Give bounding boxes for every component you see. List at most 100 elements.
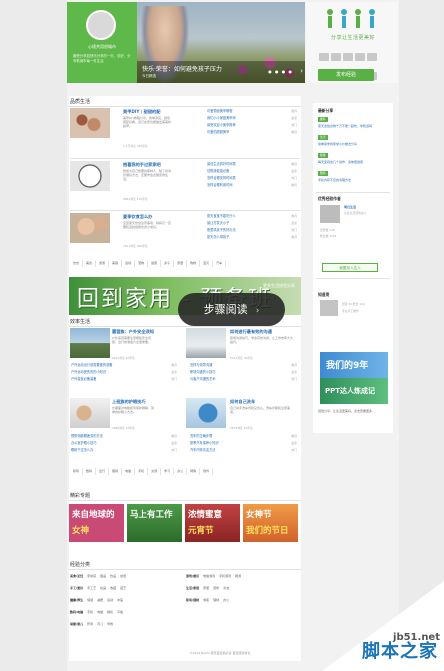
feature-title[interactable]: 如何进行最有效的沟通 <box>230 329 272 335</box>
category-link[interactable]: 清洁 <box>223 586 229 590</box>
category-head[interactable]: 母婴/育儿 <box>70 622 83 626</box>
category-link[interactable]: 保健 <box>87 598 93 602</box>
category-head[interactable]: 手工/爱好 <box>70 586 83 590</box>
category-row[interactable]: 生活/家居 家居 装修 清洁 <box>186 584 233 592</box>
list-item[interactable]: 怎样合理利用时间 <box>207 182 277 189</box>
feature-title[interactable]: 夏季饮食怎么办 <box>123 214 152 220</box>
category-link[interactable]: 育儿 <box>97 622 103 626</box>
tag[interactable]: 美食 <box>83 260 97 267</box>
list-item[interactable]: 怎样合理安排时间表 <box>207 175 277 182</box>
tag[interactable]: 理财 <box>109 468 123 475</box>
category-row[interactable]: 母婴/育儿 怀孕 育儿 早教 <box>70 620 117 628</box>
tag[interactable]: 购物 <box>187 260 201 267</box>
topic-cover[interactable]: 马上有工作 <box>127 504 182 542</box>
feature-thumb[interactable] <box>70 161 110 191</box>
category-head[interactable]: 健康/养生 <box>70 598 83 602</box>
category-link[interactable]: 甜品 <box>100 574 106 578</box>
list-item[interactable]: 汽车内饰清洁方法 <box>190 447 270 454</box>
tag[interactable]: 运动 <box>122 260 136 267</box>
category-link[interactable]: 手工艺 <box>87 586 96 590</box>
category-link[interactable]: 中医 <box>117 598 123 602</box>
list-item[interactable]: 办公室护眼小技巧 <box>71 440 151 447</box>
list-item[interactable]: 与客户沟通的艺术 <box>190 376 270 383</box>
list-item[interactable]: 户外露营必备装备 <box>71 376 151 383</box>
list-item[interactable]: 最受欢迎小美甲推荐 <box>207 122 277 129</box>
category-row[interactable]: 游戏/娱乐 电脑游戏 手机游戏 网游 <box>186 572 245 580</box>
feature-thumb[interactable] <box>70 328 110 358</box>
tag[interactable]: 宠物 <box>135 260 149 267</box>
category-head[interactable]: 职场/理财 <box>186 598 199 602</box>
list-item[interactable]: 可爱镜面美甲教程 <box>207 108 277 115</box>
category-link[interactable]: 运动 <box>107 598 113 602</box>
category-link[interactable]: 办公 <box>223 598 229 602</box>
tag[interactable]: 饮食 <box>70 260 84 267</box>
tag[interactable]: 手机 <box>135 468 149 475</box>
feature-thumb[interactable] <box>186 398 226 428</box>
feature-thumb[interactable] <box>186 328 226 358</box>
user-name[interactable]: 心境共用创城市 <box>71 44 133 50</box>
category-link[interactable]: 相机 <box>107 610 113 614</box>
feature-thumb[interactable] <box>70 108 110 138</box>
list-item[interactable]: 怎样与领导沟通 <box>190 362 270 369</box>
tag[interactable]: 数码 <box>83 468 97 475</box>
list-item[interactable]: 夜里哄孩子的好办法 <box>207 227 277 234</box>
category-link[interactable]: 求职 <box>203 598 209 602</box>
avatar[interactable] <box>86 10 116 40</box>
side-item[interactable]: 手机内存不足的清理方法 <box>318 178 384 183</box>
tag[interactable]: 办公 <box>174 468 188 475</box>
list-item[interactable]: 眼睛干涩怎么办 <box>71 447 151 454</box>
category-row[interactable]: 健康/养生 保健 减肥 运动 中医 <box>70 596 127 604</box>
category-link[interactable]: 平板 <box>117 610 123 614</box>
list-item[interactable]: 最佳生活的好时间表 <box>207 161 277 168</box>
tag[interactable]: 电脑 <box>122 468 136 475</box>
feature-thumb[interactable] <box>70 398 110 428</box>
tag[interactable]: 旅游 <box>96 260 110 267</box>
profile-avatar[interactable] <box>320 300 338 316</box>
tag[interactable]: 学习 <box>161 468 175 475</box>
side-item[interactable]: 简单易学的家常小炒做法分享 <box>318 142 384 147</box>
category-head[interactable]: 游戏/娱乐 <box>186 574 199 578</box>
list-item[interactable]: 最让打发天小子 <box>207 220 277 227</box>
feature-title[interactable]: 抱着我的手过家家吧 <box>123 162 161 168</box>
tag[interactable]: 交通 <box>148 468 162 475</box>
hero-title[interactable]: 快乐·荣誉：如何避免孩子压力 <box>142 64 222 73</box>
category-link[interactable]: 理财 <box>213 598 219 602</box>
category-link[interactable]: 网游 <box>235 574 241 578</box>
topic-cover[interactable]: 来自地球的 女神 <box>69 504 124 542</box>
list-item[interactable]: 可爱的甜甜美甲 <box>207 129 277 136</box>
topic-cover[interactable]: 浓情蜜意 元宵节 <box>185 504 240 542</box>
ad-banner[interactable]: 我们的9年 <box>320 352 388 378</box>
feature-title[interactable]: 如何自己洗车 <box>230 399 255 405</box>
tag[interactable]: 美容 <box>109 260 123 267</box>
tag[interactable]: 汽车 <box>213 260 227 267</box>
list-item[interactable]: 职场沟通的小技巧 <box>190 369 270 376</box>
list-item[interactable]: 户外运动受伤的的小知识 <box>71 369 151 376</box>
side-item[interactable]: 夏天这些食物千万不能一起吃，你知道吗 <box>318 124 384 129</box>
list-item[interactable]: 洗车的正确步骤 <box>190 433 270 440</box>
tag[interactable]: 出行 <box>96 468 110 475</box>
category-link[interactable]: 家居 <box>203 586 209 590</box>
category-head[interactable]: 数码/电脑 <box>70 610 83 614</box>
category-head[interactable]: 生活/家居 <box>186 586 199 590</box>
category-link[interactable]: 减肥 <box>97 598 103 602</box>
tag[interactable]: 健康 <box>148 260 162 267</box>
feature-title[interactable]: 露营族：户外安全须知 <box>112 329 154 335</box>
list-item[interactable]: 熬夜族健康必备 <box>207 168 277 175</box>
category-link[interactable]: 烘焙 <box>120 574 126 578</box>
category-link[interactable]: 园艺 <box>120 586 126 590</box>
category-link[interactable]: 早教 <box>107 622 113 626</box>
list-item[interactable]: 夏季汽车保养小知识 <box>190 440 270 447</box>
tag[interactable]: 亲子 <box>161 260 175 267</box>
category-link[interactable]: 手机游戏 <box>219 574 231 578</box>
list-item[interactable]: 预防电脑眼疲劳的方法 <box>71 433 151 440</box>
feature-title[interactable]: 上班族的护眼技巧 <box>112 399 146 405</box>
tag[interactable]: 软件 <box>200 468 214 475</box>
step-reading-button[interactable]: 步骤阅读 › <box>178 293 285 326</box>
category-link[interactable]: 电脑 <box>97 610 103 614</box>
category-link[interactable]: 电脑游戏 <box>203 574 215 578</box>
hero-carousel[interactable]: 快乐·荣誉：如何避免孩子压力 今日精选 ● ● ● ● › <box>137 2 305 83</box>
chevron-right-icon[interactable]: › <box>300 67 303 75</box>
tag[interactable]: 家居 <box>174 260 188 267</box>
ad-banner[interactable]: PPT达人炼成记 <box>320 378 388 404</box>
tag[interactable]: 职场 <box>70 468 84 475</box>
